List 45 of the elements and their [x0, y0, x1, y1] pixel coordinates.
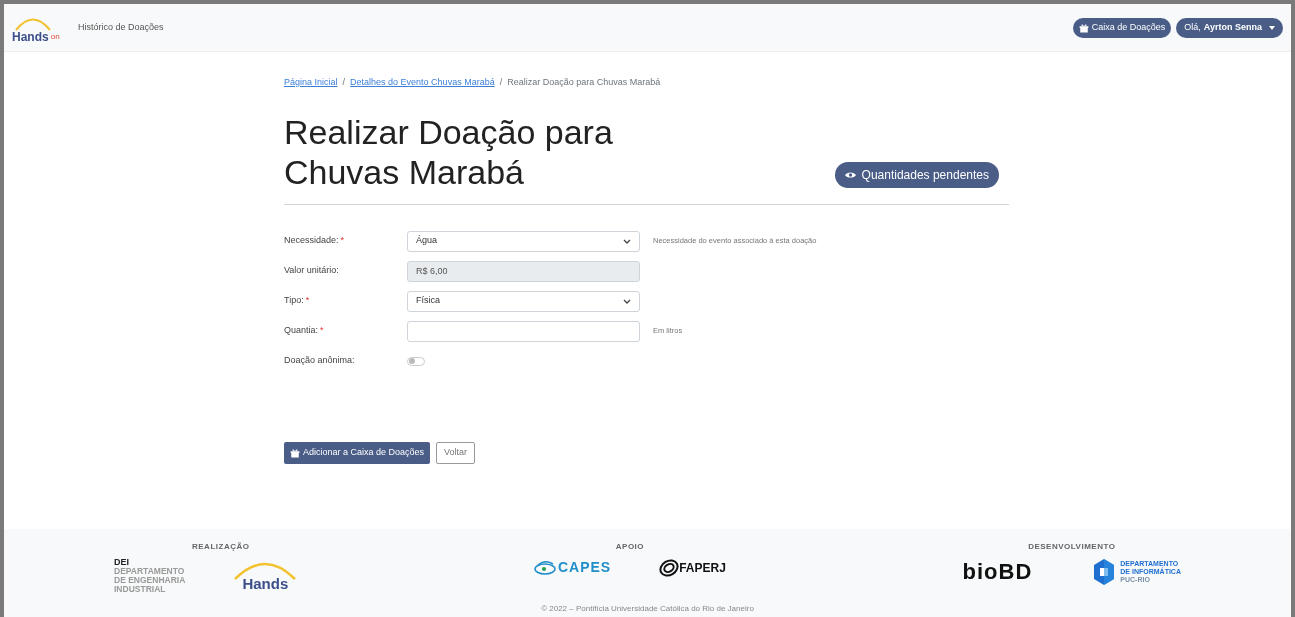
logo-text: CAPES [557, 558, 612, 577]
footer-heading: DESENVOLVIMENTO [1028, 541, 1116, 553]
toggle-switch[interactable] [407, 356, 425, 366]
field-label: Quantia: * [284, 324, 325, 338]
logo-text: Hands [242, 573, 289, 594]
input-field[interactable] [407, 320, 640, 342]
user-menu-button[interactable]: Olá, Ayrton Senna [1176, 17, 1283, 38]
swirl-icon [659, 557, 680, 578]
breadcrumb-link[interactable]: Página Inicial [284, 76, 338, 90]
copyright-text: © 2022 – Pontifícia Universidade Católica do Rio de Janeiro [540, 603, 755, 615]
field-label: Valor unitário: [284, 264, 340, 278]
cube-icon [1092, 557, 1117, 587]
select-field[interactable]: Água [407, 230, 640, 252]
logo-suffix: on [50, 32, 60, 41]
breadcrumb-separator: / [499, 76, 503, 89]
caret-icon [1269, 25, 1275, 30]
gift-icon [1078, 22, 1089, 33]
chevron-down-icon [623, 238, 631, 244]
logo-text: Hands [12, 30, 49, 43]
add-to-donation-box-button[interactable]: Adicionar a Caixa de Doações [284, 441, 431, 464]
field-label: Tipo: * [284, 294, 311, 308]
logo-text: DE ENGENHARIA [114, 576, 186, 585]
field-label: Doação anônima: [284, 354, 356, 368]
breadcrumb-link[interactable]: Detalhes do Evento Chuvas Marabá [350, 76, 495, 90]
page-title: Realizar Doação para Chuvas Marabá [284, 111, 614, 192]
footer-heading: REALIZAÇÃO [192, 541, 250, 553]
breadcrumb-current: Realizar Doação para Chuvas Marabá [507, 76, 661, 89]
back-button[interactable]: Voltar [436, 441, 476, 464]
logo-text: bioBD [962, 561, 1033, 583]
select-field[interactable]: Física [407, 290, 640, 312]
eye-logo-icon [533, 560, 556, 575]
eye-icon [844, 170, 856, 179]
pending-quantities-button[interactable]: Quantidades pendentes [834, 161, 999, 188]
footer-heading: APOIO [615, 541, 645, 553]
gift-icon [290, 447, 300, 458]
chevron-down-icon [623, 298, 631, 304]
donation-box-button[interactable]: Caixa de Doações [1072, 17, 1172, 38]
nav-link[interactable]: Histórico de Doações [78, 20, 164, 35]
input-field[interactable]: R$ 6,00 [407, 260, 640, 282]
logo-text: FAPERJ [679, 559, 726, 577]
logo-text: DEI [114, 558, 130, 567]
logo-text: INDUSTRIAL [114, 585, 167, 594]
field-label: Necessidade: * [284, 234, 346, 248]
logo-text: DEPARTAMENTO [114, 567, 186, 576]
breadcrumb-separator: / [342, 76, 346, 89]
